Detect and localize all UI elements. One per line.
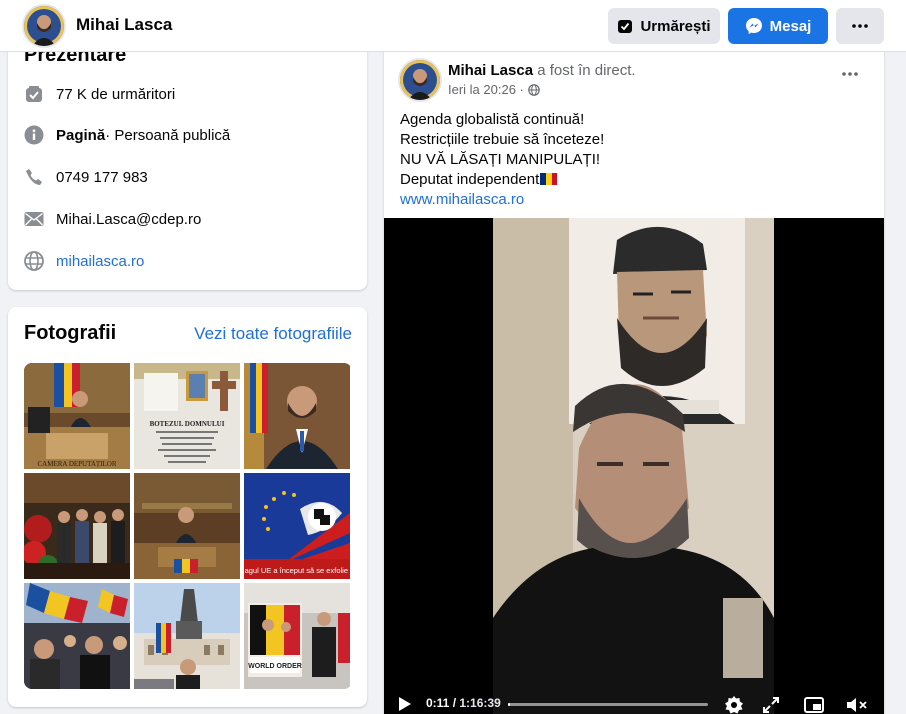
page-type-rest: · Persoană publică (105, 126, 231, 144)
check-box-icon (24, 84, 44, 104)
photos-title: Fotografii (24, 322, 117, 344)
website-row: mihailasca.ro (24, 249, 144, 273)
photo-caption: BOTEZUL DOMNULUI (150, 420, 225, 428)
page-header: Mihai Lasca Urmărești Mesaj (0, 0, 906, 52)
phone-number[interactable]: 0749 177 983 (56, 169, 148, 186)
post-author-line: Mihai Lasca a fost în direct. (448, 62, 636, 79)
mute-icon (847, 698, 867, 712)
post-meta: Ieri la 20:26 · (448, 82, 540, 97)
fullscreen-icon (763, 697, 779, 713)
more-icon (852, 24, 868, 28)
romania-flag-icon (540, 171, 558, 185)
mail-icon (24, 209, 44, 229)
video-progress-fill (508, 703, 510, 706)
email-row: Mihai.Lasca@cdep.ro (24, 207, 201, 231)
photo-thumbnail[interactable] (134, 583, 240, 689)
post-author-name[interactable]: Mihai Lasca (448, 62, 533, 79)
phone-row: 0749 177 983 (24, 165, 148, 189)
intro-card: Prezentare 77 K de urmăritori Pagină · P… (8, 30, 367, 290)
page-type-row: Pagină · Persoană publică (24, 123, 230, 147)
photo-thumbnail[interactable]: CAMERA DEPUTAȚILOR (24, 363, 130, 469)
video-time: 0:11 / 1:16:39 (426, 696, 501, 710)
info-icon (24, 125, 44, 145)
post-card: Mihai Lasca a fost în direct. Ieri la 20… (384, 44, 884, 714)
more-options-button[interactable] (836, 8, 884, 44)
photo-caption: WORLD ORDER (248, 663, 302, 670)
fullscreen-button[interactable] (760, 694, 782, 714)
photo-caption: agul UE a început să se exfolie (245, 566, 348, 575)
post-options-button[interactable] (834, 64, 866, 84)
video-controls: 0:11 / 1:16:39 (384, 684, 884, 714)
phone-icon (24, 167, 44, 187)
play-icon (399, 697, 411, 711)
miniplayer-button[interactable] (802, 694, 826, 714)
video-duration: 1:16:39 (459, 696, 501, 710)
photo-thumbnail[interactable]: BOTEZUL DOMNULUI (134, 363, 240, 469)
email-address[interactable]: Mihai.Lasca@cdep.ro (56, 211, 201, 228)
post-action: a fost în direct. (533, 62, 636, 79)
post-line-with-flag: Deputat independent (400, 170, 604, 190)
play-button[interactable] (394, 694, 416, 714)
see-all-photos-link[interactable]: Vezi toate fotografiile (194, 324, 352, 344)
post-author-avatar[interactable] (400, 60, 440, 100)
video-frame (493, 218, 774, 714)
follow-button[interactable]: Urmărești (608, 8, 720, 44)
photo-thumbnail[interactable] (134, 473, 240, 579)
globe-small-icon (528, 83, 540, 96)
more-icon (842, 72, 858, 76)
photos-card: Fotografii Vezi toate fotografiile CAMER… (8, 307, 367, 707)
post-text: Agenda globalistă continuă! Restricțiile… (400, 110, 604, 210)
post-line: NU VĂ LĂSAȚI MANIPULAȚI! (400, 151, 601, 168)
profile-name[interactable]: Mihai Lasca (76, 15, 172, 35)
post-line: Agenda globalistă continuă! (400, 111, 585, 128)
profile-avatar[interactable] (24, 6, 64, 46)
followers-row: 77 K de urmăritori (24, 82, 175, 106)
miniplayer-icon (804, 697, 824, 713)
message-label: Mesaj (769, 17, 812, 35)
followers-text: 77 K de urmăritori (56, 85, 176, 103)
post-time[interactable]: Ieri la 20:26 · (448, 82, 524, 97)
settings-icon (725, 696, 743, 714)
post-line: Restricțiile trebuie să înceteze! (400, 131, 605, 148)
photo-thumbnail[interactable]: agul UE a început să se exfolie (244, 473, 350, 579)
video-time-separator: / (449, 696, 460, 710)
mute-button[interactable] (844, 694, 870, 714)
message-button[interactable]: Mesaj (728, 8, 828, 44)
settings-button[interactable] (722, 693, 746, 714)
video-current-time: 0:11 (426, 696, 450, 710)
video-player[interactable]: 0:11 / 1:16:39 (384, 218, 884, 714)
post-url-link[interactable]: www.mihailasca.ro (400, 190, 604, 210)
check-box-icon (618, 20, 633, 33)
photo-thumbnail[interactable]: WORLD ORDER (244, 583, 350, 689)
photo-caption: CAMERA DEPUTAȚILOR (38, 460, 117, 468)
follow-label: Urmărești (640, 17, 711, 35)
photo-thumbnail[interactable] (24, 583, 130, 689)
video-progress-bar[interactable] (508, 703, 708, 706)
website-link[interactable]: mihailasca.ro (56, 253, 144, 270)
page-type-bold: Pagină (56, 126, 106, 144)
photos-grid: CAMERA DEPUTAȚILOR BOTEZUL DOMNULUI agul… (24, 363, 352, 689)
post-line: Deputat independent (400, 171, 540, 188)
photo-thumbnail[interactable] (244, 363, 350, 469)
photo-thumbnail[interactable] (24, 473, 130, 579)
messenger-icon (745, 18, 762, 34)
globe-icon (24, 251, 44, 271)
